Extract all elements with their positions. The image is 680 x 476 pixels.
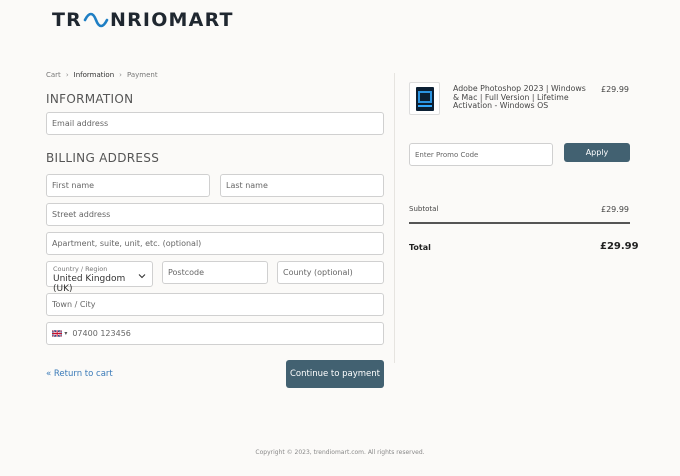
county-field[interactable] <box>277 261 384 284</box>
product-price: £29.99 <box>601 85 629 94</box>
copyright-text: Copyright © 2023, trendiomart.com. All r… <box>255 449 425 456</box>
first-name-field[interactable] <box>46 174 210 197</box>
column-divider <box>394 73 395 363</box>
promo-code-field[interactable] <box>409 143 553 166</box>
email-input[interactable] <box>52 113 383 134</box>
phone-field[interactable]: ▾ <box>46 322 384 345</box>
logo-text-right: NRIOMART <box>110 9 234 31</box>
apartment-input[interactable] <box>52 233 383 254</box>
country-select[interactable]: Country / Region United Kingdom (UK) <box>46 261 153 294</box>
email-field[interactable] <box>46 112 384 135</box>
total-label: Total <box>409 243 431 252</box>
last-name-field[interactable] <box>220 174 384 197</box>
phone-input[interactable] <box>72 323 383 344</box>
postcode-input[interactable] <box>168 262 267 283</box>
breadcrumb-cart[interactable]: Cart <box>46 71 61 79</box>
photoshop-box-icon <box>415 86 434 111</box>
summary-divider <box>409 222 630 224</box>
total-value: £29.99 <box>600 241 639 252</box>
last-name-input[interactable] <box>226 175 383 196</box>
information-heading: INFORMATION <box>46 92 134 106</box>
first-name-input[interactable] <box>52 175 209 196</box>
town-city-field[interactable] <box>46 293 384 316</box>
wave-logo-icon <box>83 10 109 30</box>
breadcrumb-separator: › <box>119 71 122 79</box>
continue-to-payment-button[interactable]: Continue to payment <box>286 360 384 388</box>
breadcrumb-information: Information <box>73 71 115 79</box>
promo-code-input[interactable] <box>415 144 552 165</box>
return-to-cart-link[interactable]: « Return to cart <box>46 369 113 379</box>
street-address-field[interactable] <box>46 203 384 226</box>
billing-address-heading: BILLING ADDRESS <box>46 151 160 165</box>
apply-promo-button[interactable]: Apply <box>564 143 630 162</box>
breadcrumb: Cart › Information › Payment <box>46 71 158 79</box>
apartment-field[interactable] <box>46 232 384 255</box>
phone-country-caret-icon[interactable]: ▾ <box>64 330 67 337</box>
breadcrumb-separator: › <box>65 71 69 79</box>
breadcrumb-payment: Payment <box>126 71 158 79</box>
postcode-field[interactable] <box>162 261 268 284</box>
site-logo[interactable]: TR NRIOMART <box>52 9 234 31</box>
product-title: Adobe Photoshop 2023 | Windows & Mac | F… <box>453 84 586 111</box>
town-city-input[interactable] <box>52 294 383 315</box>
logo-text-left: TR <box>52 9 82 31</box>
street-address-input[interactable] <box>52 204 383 225</box>
country-select-label: Country / Region <box>53 265 108 273</box>
subtotal-label: Subtotal <box>409 205 439 213</box>
chevron-down-icon <box>138 274 146 279</box>
uk-flag-icon[interactable] <box>52 330 63 337</box>
subtotal-value: £29.99 <box>601 205 629 214</box>
country-select-value: United Kingdom (UK) <box>53 274 126 294</box>
product-thumbnail <box>409 82 440 115</box>
county-input[interactable] <box>283 262 383 283</box>
